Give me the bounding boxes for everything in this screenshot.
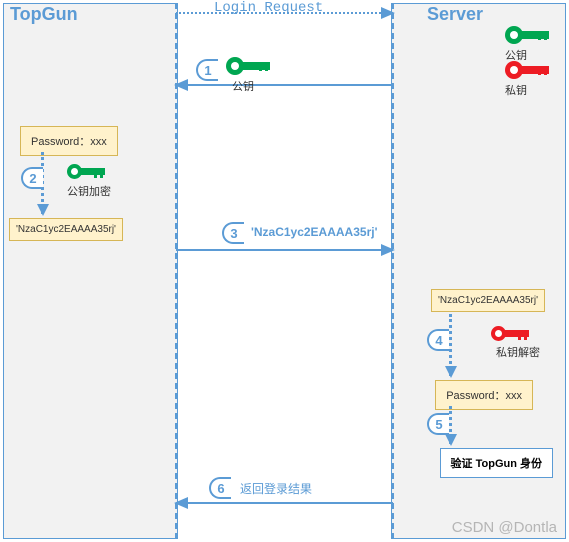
step2-label: 公钥加密 (67, 183, 111, 199)
server-title: Server (427, 4, 483, 25)
client-column (3, 3, 178, 539)
watermark: CSDN @Dontla (452, 519, 557, 536)
arrow-step1 (176, 84, 393, 86)
client-title: TopGun (10, 4, 78, 25)
key-icon (67, 164, 105, 179)
server-private-key (505, 61, 549, 79)
server-public-key (505, 26, 549, 44)
step-6-badge: 6 (209, 477, 231, 499)
verify-box: 验证 TopGun 身份 (440, 448, 553, 478)
step-1-badge: 1 (196, 59, 218, 81)
step1-key (226, 57, 270, 75)
arrow-step5 (449, 406, 452, 444)
server-private-key-label: 私钥 (505, 82, 527, 98)
arrow-step3 (176, 249, 393, 251)
key-icon (505, 26, 549, 44)
arrow-step4 (449, 314, 452, 376)
password-box-client: Password：xxx (20, 126, 118, 156)
step4-key (491, 326, 529, 341)
step-4-badge: 4 (427, 329, 449, 351)
encrypted-server: 'NzaC1yc2EAAAA35rj' (431, 289, 545, 312)
step-5-badge: 5 (427, 413, 449, 435)
step3-label: 'NzaC1yc2EAAAA35rj' (251, 225, 377, 239)
key-icon (505, 61, 549, 79)
step-2-badge: 2 (21, 167, 43, 189)
step2-key (67, 164, 105, 179)
encrypted-client: 'NzaC1yc2EAAAA35rj' (9, 218, 123, 241)
key-icon (491, 326, 529, 341)
step6-label: 返回登录结果 (240, 480, 312, 497)
arrow-step6 (176, 502, 393, 504)
step4-label: 私钥解密 (496, 344, 540, 360)
key-icon (226, 57, 270, 75)
step-3-badge: 3 (222, 222, 244, 244)
step1-key-label: 公钥 (232, 78, 254, 94)
login-request-label: Login Request (214, 0, 323, 16)
